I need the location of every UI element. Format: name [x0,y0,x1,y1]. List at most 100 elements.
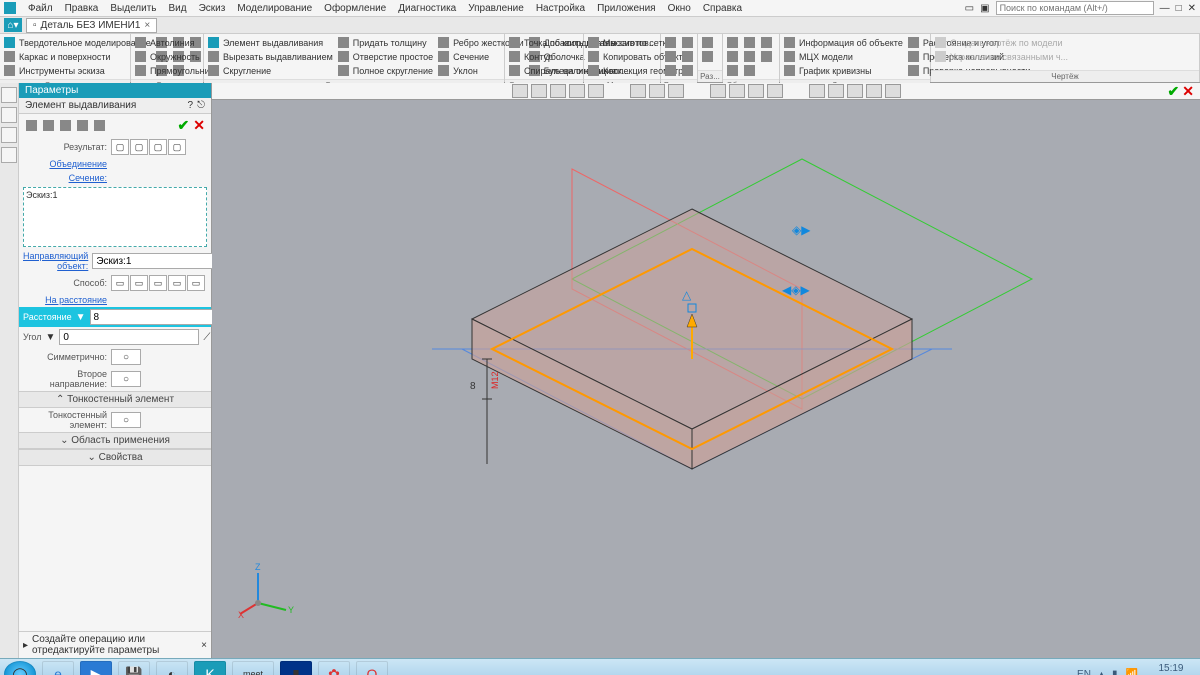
note-icon[interactable] [744,37,755,48]
vt-button[interactable] [550,84,566,98]
apply-button[interactable]: ✔ [178,117,190,134]
vt-button[interactable] [885,84,901,98]
axis-triad[interactable]: Z Y X [238,558,298,618]
vt-button[interactable] [531,84,547,98]
menu-apps[interactable]: Приложения [597,3,656,14]
close-tab-icon[interactable]: × [144,20,150,31]
distance-input[interactable] [90,309,230,325]
method-mode[interactable]: ▭ [149,275,167,291]
tool-icon[interactable] [94,120,105,131]
note-icon[interactable] [727,51,738,62]
dim-icon[interactable] [702,51,713,62]
note-icon[interactable] [727,37,738,48]
note-icon[interactable] [744,51,755,62]
menu-settings[interactable]: Настройка [536,3,585,14]
start-button[interactable]: ◯ [4,661,36,675]
note-icon[interactable] [761,37,772,48]
menu-view[interactable]: Вид [169,3,187,14]
autoline-button[interactable]: Автолиния [134,36,214,49]
aux-icon[interactable] [665,37,676,48]
layout-icon[interactable]: ▭ [965,3,974,14]
tray-chevron-icon[interactable]: ▴ [1099,669,1104,675]
vt-button[interactable] [512,84,528,98]
command-search-input[interactable] [996,1,1154,15]
section-list[interactable]: Эскиз:1 [23,187,207,247]
minimize-button[interactable]: — [1160,3,1170,14]
vt-button[interactable] [569,84,585,98]
dir2-toggle[interactable]: ○ [111,371,141,387]
home-button[interactable]: ⌂▾ [4,18,22,32]
thin-toggle[interactable]: ○ [111,412,141,428]
solid-modeling-button[interactable]: Твердотельное моделирование [3,36,151,49]
chrome-icon[interactable]: ◐ [156,661,188,675]
union-label[interactable]: Объединение [23,159,107,169]
vt-apply-icon[interactable]: ✔ [1168,83,1180,100]
rail-button[interactable] [1,147,17,163]
aux-icon[interactable] [665,51,676,62]
meet-button[interactable]: meet [232,661,274,675]
aux-icon[interactable] [665,65,676,76]
circle-button[interactable]: Окружность [134,50,214,63]
kompas-icon[interactable]: K [194,661,226,675]
rail-button[interactable] [1,87,17,103]
rect-button[interactable]: Прямоугольник [134,64,214,77]
slope-icon[interactable]: ⟋ [203,332,210,343]
tool-icon[interactable] [77,120,88,131]
extrude-button[interactable]: Элемент выдавливания [207,36,333,49]
rail-button[interactable] [1,107,17,123]
clock[interactable]: 15:1929.10.2021 [1146,663,1196,675]
thicken-button[interactable]: Придать толщину [337,36,433,49]
note-icon[interactable] [727,65,738,76]
vt-button[interactable] [588,84,604,98]
viewport[interactable]: ✔ ✕ ◈▶ ◀◈▶ △ [212,83,1200,658]
network-icon[interactable]: ▮ [1112,669,1118,675]
vt-button[interactable] [828,84,844,98]
method-mode[interactable]: ▭ [187,275,205,291]
lang-indicator[interactable]: EN [1077,669,1091,675]
vt-button[interactable] [866,84,882,98]
volume-icon[interactable]: 📶 [1125,669,1137,675]
ie-icon[interactable]: e [42,661,74,675]
menu-help[interactable]: Справка [703,3,742,14]
tool-icon[interactable] [26,120,37,131]
vt-button[interactable] [767,84,783,98]
surface-button[interactable]: Каркас и поверхности [3,50,151,63]
result-mode[interactable]: ▢ [111,139,129,155]
menu-window[interactable]: Окно [668,3,691,14]
menu-manage[interactable]: Управление [468,3,524,14]
thin-section[interactable]: ⌃ Тонкостенный элемент [19,391,211,408]
hole-button[interactable]: Отверстие простое [337,50,433,63]
vt-button[interactable] [668,84,684,98]
vt-button[interactable] [630,84,646,98]
section-label[interactable]: Сечение: [23,173,107,183]
vt-button[interactable] [710,84,726,98]
close-button[interactable]: ✕ [1188,3,1196,14]
angle-input[interactable] [59,329,199,345]
symmetric-toggle[interactable]: ○ [111,349,141,365]
menu-file[interactable]: Файл [28,3,53,14]
result-mode[interactable]: ▢ [130,139,148,155]
vt-button[interactable] [729,84,745,98]
app-icon[interactable]: ✿ [318,661,350,675]
tool-icon[interactable] [60,120,71,131]
menu-diag[interactable]: Диагностика [398,3,456,14]
vt-button[interactable] [809,84,825,98]
round-button[interactable]: Скругление [207,64,333,77]
sketch-tools-button[interactable]: Инструменты эскиза [3,64,151,77]
vt-cancel-icon[interactable]: ✕ [1182,83,1194,100]
dist-mode-label[interactable]: На расстояние [23,295,107,305]
maximize-button[interactable]: □ [1176,3,1182,14]
opera-icon[interactable]: O [356,661,388,675]
menu-format[interactable]: Оформление [324,3,386,14]
curvature-button[interactable]: График кривизны [783,64,903,77]
document-tab[interactable]: ▫ Деталь БЕЗ ИМЕНИ1 × [26,18,157,33]
save-icon[interactable]: 💾 [118,661,150,675]
vt-button[interactable] [847,84,863,98]
scope-section[interactable]: ⌄ Область применения [19,432,211,449]
wmp-icon[interactable]: ▶ [80,661,112,675]
menu-select[interactable]: Выделить [110,3,156,14]
vt-button[interactable] [748,84,764,98]
props-section[interactable]: ⌄ Свойства [19,449,211,466]
close-hint-icon[interactable]: × [201,640,207,651]
vt-button[interactable] [649,84,665,98]
